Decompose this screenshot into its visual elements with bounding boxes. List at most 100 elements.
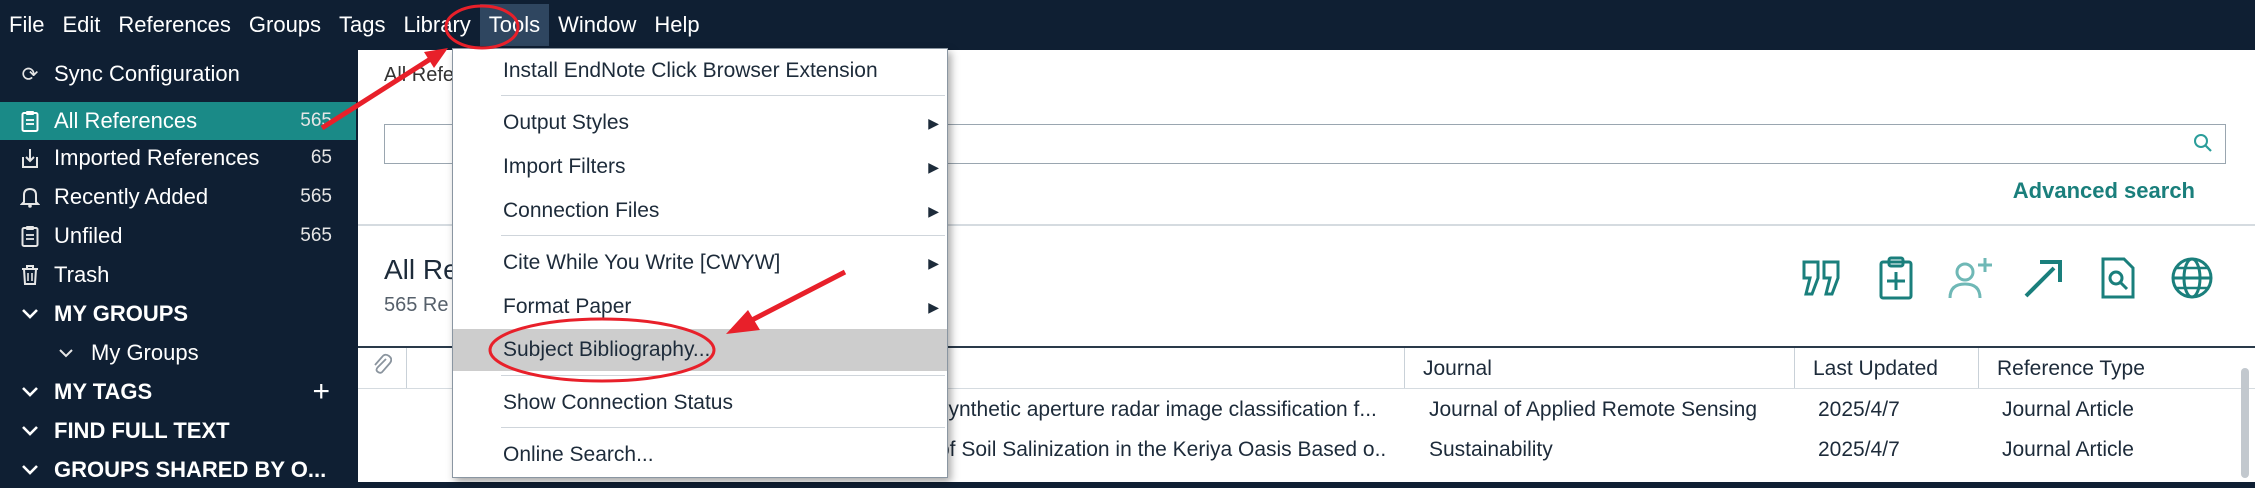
chevron-down-icon	[18, 419, 42, 443]
sidebar-item-count: 565	[300, 110, 332, 131]
sidebar-item-count: 565	[300, 225, 332, 246]
chevron-down-icon	[18, 458, 42, 482]
sidebar-item-recently-added[interactable]: Recently Added 565	[0, 179, 356, 215]
row-last-updated: 2025/4/7	[1818, 398, 1900, 421]
menu-separator	[501, 375, 945, 376]
column-header-journal[interactable]: Journal	[1404, 348, 1794, 388]
menu-references[interactable]: References	[109, 4, 240, 46]
sidebar-item-label: Unfiled	[54, 223, 123, 248]
menu-item-install-endnote-click[interactable]: Install EndNote Click Browser Extension	[453, 51, 947, 91]
column-header-reference-type[interactable]: Reference Type	[1978, 348, 2238, 388]
menu-groups[interactable]: Groups	[240, 4, 330, 46]
menu-separator	[501, 95, 945, 96]
menu-item-label: Show Connection Status	[503, 391, 733, 414]
sidebar-item-imported-references[interactable]: Imported References 65	[0, 140, 356, 176]
menu-library[interactable]: Library	[395, 4, 480, 46]
menu-item-label: Install EndNote Click Browser Extension	[503, 59, 878, 82]
clipboard-icon	[18, 224, 42, 248]
library-count: 565 Re	[384, 294, 449, 316]
row-title: synthetic aperture radar image classific…	[938, 398, 1377, 421]
submenu-arrow-icon: ▶	[928, 255, 939, 271]
menu-edit[interactable]: Edit	[53, 4, 109, 46]
paperclip-icon	[372, 353, 393, 380]
add-user-icon[interactable]	[1947, 255, 1993, 301]
row-title: of Soil Salinization in the Keriya Oasis…	[938, 438, 1388, 461]
submenu-arrow-icon: ▶	[928, 299, 939, 315]
globe-icon[interactable]	[2169, 255, 2215, 301]
trash-icon	[18, 263, 42, 287]
sidebar-item-sync-configuration[interactable]: ⟳ Sync Configuration	[0, 56, 356, 92]
menu-item-label: Output Styles	[503, 111, 630, 134]
menu-item-import-filters[interactable]: Import Filters ▶	[453, 147, 947, 187]
menu-window[interactable]: Window	[549, 4, 645, 46]
menu-item-online-search[interactable]: Online Search...	[453, 435, 947, 475]
menu-item-label: Subject Bibliography...	[503, 338, 711, 361]
menu-item-subject-bibliography[interactable]: Subject Bibliography...	[453, 329, 947, 371]
menu-file[interactable]: File	[0, 4, 53, 46]
menu-item-cite-while-you-write[interactable]: Cite While You Write [CWYW] ▶	[453, 243, 947, 283]
menu-item-show-connection-status[interactable]: Show Connection Status	[453, 383, 947, 423]
sidebar-item-count: 565	[300, 186, 332, 207]
add-tag-icon[interactable]: +	[312, 375, 330, 409]
column-header-last-updated[interactable]: Last Updated	[1794, 348, 1978, 388]
row-journal: Journal of Applied Remote Sensing	[1429, 398, 1758, 421]
section-label: GROUPS SHARED BY O...	[54, 457, 327, 482]
menu-item-label: Format Paper	[503, 295, 632, 318]
sidebar-section-my-groups[interactable]: MY GROUPS	[0, 296, 356, 332]
reference-toolbar	[1799, 255, 2215, 301]
row-last-updated: 2025/4/7	[1818, 438, 1900, 461]
menu-tools[interactable]: Tools	[479, 4, 550, 46]
add-to-clipboard-icon[interactable]	[1873, 255, 1919, 301]
menu-item-label: Cite While You Write [CWYW]	[503, 251, 781, 274]
row-journal: Sustainability	[1429, 438, 1553, 461]
chevron-down-icon	[54, 341, 78, 365]
menu-item-label: Import Filters	[503, 155, 626, 178]
sync-icon: ⟳	[21, 63, 39, 86]
sidebar-item-my-groups[interactable]: My Groups	[0, 335, 356, 371]
section-label: MY GROUPS	[54, 301, 189, 326]
menu-item-connection-files[interactable]: Connection Files ▶	[453, 191, 947, 231]
attachment-column-header[interactable]	[358, 348, 406, 388]
bell-icon	[18, 185, 42, 209]
menu-tags[interactable]: Tags	[330, 4, 394, 46]
submenu-arrow-icon: ▶	[928, 203, 939, 219]
tools-menu: Install EndNote Click Browser Extension …	[452, 48, 948, 478]
find-document-icon[interactable]	[2095, 255, 2141, 301]
library-title: All Re	[384, 254, 459, 285]
share-arrow-icon[interactable]	[2021, 255, 2067, 301]
menu-item-format-paper[interactable]: Format Paper ▶	[453, 287, 947, 327]
chevron-down-icon	[18, 380, 42, 404]
menu-bar: File Edit References Groups Tags Library…	[0, 0, 2255, 50]
row-reference-type: Journal Article	[2002, 438, 2134, 461]
sidebar-item-label: Imported References	[54, 145, 260, 170]
search-icon[interactable]	[2193, 133, 2213, 159]
quote-icon[interactable]	[1799, 255, 1845, 301]
sidebar-section-groups-shared[interactable]: GROUPS SHARED BY O...	[0, 452, 356, 488]
menu-separator	[501, 427, 945, 428]
sidebar-item-label: Sync Configuration	[54, 61, 240, 86]
menu-separator	[501, 235, 945, 236]
sidebar-item-label: My Groups	[91, 340, 199, 365]
vertical-scrollbar[interactable]	[2241, 368, 2249, 478]
sidebar-item-trash[interactable]: Trash	[0, 257, 356, 293]
submenu-arrow-icon: ▶	[928, 115, 939, 131]
sidebar: ⟳ Sync Configuration All References 565 …	[0, 50, 356, 482]
menu-help[interactable]: Help	[645, 4, 708, 46]
download-icon	[18, 146, 42, 170]
menu-item-label: Connection Files	[503, 199, 660, 222]
menu-item-output-styles[interactable]: Output Styles ▶	[453, 103, 947, 143]
sidebar-item-label: All References	[54, 108, 198, 133]
sidebar-item-unfiled[interactable]: Unfiled 565	[0, 218, 356, 254]
row-reference-type: Journal Article	[2002, 398, 2134, 421]
chevron-down-icon	[18, 302, 42, 326]
section-label: MY TAGS	[54, 379, 153, 404]
submenu-arrow-icon: ▶	[928, 159, 939, 175]
menu-item-label: Online Search...	[503, 443, 654, 466]
sidebar-item-label: Recently Added	[54, 184, 209, 209]
section-label: FIND FULL TEXT	[54, 418, 230, 443]
sidebar-item-label: Trash	[54, 262, 110, 287]
sidebar-item-all-references[interactable]: All References 565	[0, 102, 356, 140]
advanced-search-link[interactable]: Advanced search	[2013, 178, 2195, 204]
sidebar-section-my-tags[interactable]: MY TAGS +	[0, 374, 356, 410]
sidebar-section-find-full-text[interactable]: FIND FULL TEXT	[0, 413, 356, 449]
